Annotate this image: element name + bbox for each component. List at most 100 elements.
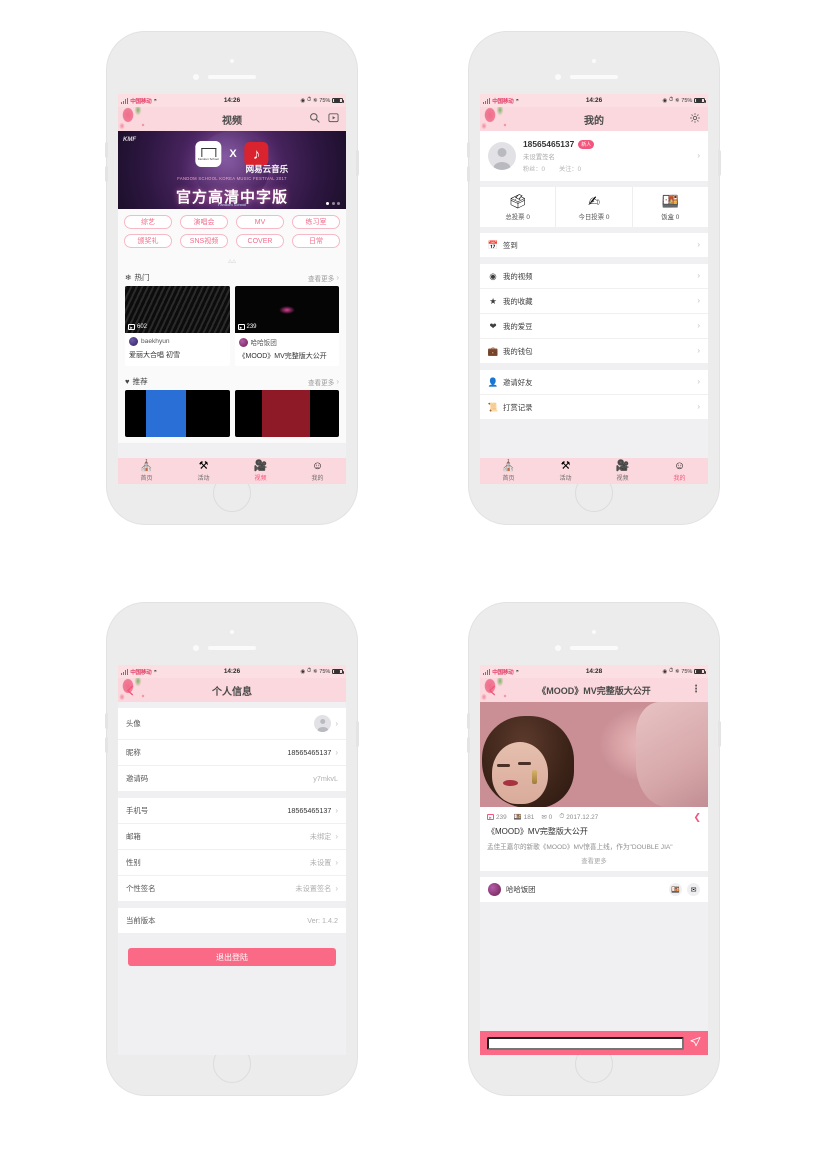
volume-down-button[interactable] (105, 166, 108, 182)
tab-profile[interactable]: ☺ 我的 (651, 460, 708, 483)
menu-item-my-wallet[interactable]: 💼 我的钱包 › (480, 339, 708, 364)
video-thumbnail[interactable]: ► 239 (234, 286, 339, 333)
menu-item-my-favorites[interactable]: ★ 我的收藏 › (480, 289, 708, 314)
location-icon: ◉ (662, 97, 668, 104)
header-decoration-icon (118, 678, 156, 702)
row-value: 未绑定 › (310, 832, 338, 842)
menu-item-my-idol[interactable]: ❤ 我的爱豆 › (480, 314, 708, 339)
collapse-tags-chevron-up-icon[interactable]: ▵▵ (118, 255, 346, 268)
info-row-phone[interactable]: 手机号 18565465137 › (118, 798, 346, 824)
carrier-label: 中国移动 (130, 669, 152, 676)
video-card[interactable] (234, 390, 339, 437)
volume-down-button[interactable] (467, 166, 470, 182)
upload-video-icon[interactable] (328, 112, 339, 126)
category-tag-3[interactable]: 练习室 (292, 215, 340, 229)
power-button[interactable] (718, 721, 721, 747)
menu-item-my-videos[interactable]: ◉ 我的视频 › (480, 264, 708, 289)
personal-info-scroll[interactable]: 头像 › 昵称 18565465137 › 邀请码 y7mkvL 手机号 185… (118, 702, 346, 1055)
tab-home[interactable]: ⛪ 首页 (480, 460, 537, 483)
tab-activity[interactable]: ⚒ 活动 (537, 460, 594, 483)
info-row-email[interactable]: 邮箱 未绑定 › (118, 824, 346, 850)
category-tag-7[interactable]: 日常 (292, 234, 340, 248)
video-player[interactable] (480, 702, 708, 807)
lunchbox-icon[interactable]: 🍱 (669, 883, 682, 896)
phone-mockup-video-detail: 中国移动 ◓ 14:28 ◉ ⏱ ✵ 75% 《MOOD》MV完整版大公开 ⋮ … (467, 603, 721, 1095)
menu-item-invite-friends[interactable]: 👤 邀请好友 › (480, 370, 708, 395)
info-row-avatar[interactable]: 头像 › (118, 708, 346, 740)
row-value: 未设置 › (310, 858, 338, 868)
tab-label: 活动 (197, 476, 210, 482)
volume-up-button[interactable] (105, 713, 108, 729)
send-icon[interactable] (690, 1036, 701, 1050)
logout-button[interactable]: 退出登陆 (128, 948, 336, 966)
volume-up-button[interactable] (467, 142, 470, 158)
gear-icon[interactable] (689, 112, 701, 127)
category-tag-5[interactable]: SNS视频 (180, 234, 228, 248)
video-thumbnail[interactable] (234, 390, 339, 437)
home-icon: ⛪ (501, 460, 516, 472)
video-card[interactable]: ► 602 baekhyun 爱丽大合唱 初雪 (125, 286, 230, 366)
category-tag-6[interactable]: COVER (236, 234, 284, 248)
video-card[interactable]: ► 239 哈哈饭团 《MOOD》MV完整版大公开 (234, 286, 339, 366)
menu-item-checkin[interactable]: 📅 签到 › (480, 233, 708, 258)
info-row-signature[interactable]: 个性签名 未设置签名 › (118, 876, 346, 902)
tab-activity[interactable]: ⚒ 活动 (175, 460, 232, 483)
search-icon[interactable] (309, 112, 320, 126)
info-row-nickname[interactable]: 昵称 18565465137 › (118, 740, 346, 766)
wifi-icon: ◓ (153, 668, 158, 675)
comment-list-empty (480, 902, 708, 987)
avatar[interactable] (488, 883, 501, 896)
tab-home[interactable]: ⛪ 首页 (118, 460, 175, 483)
tab-profile[interactable]: ☺ 我的 (289, 460, 346, 483)
vote-icon[interactable]: ✉ (687, 883, 700, 896)
stat-today-votes[interactable]: ✍ 今日投票 0 (556, 187, 633, 227)
volume-down-button[interactable] (467, 737, 470, 753)
comment-input[interactable] (487, 1036, 684, 1050)
uploader-row[interactable]: 哈哈饭团 🍱 ✉ (480, 877, 708, 902)
tab-video[interactable]: 🎥 视频 (594, 460, 651, 483)
back-button[interactable] (125, 685, 136, 696)
video-detail-scroll[interactable]: ► 239 🍱 181 ✉ 0 ⏱ 2017.12.27 ❮ 《MOOD》MV完… (480, 702, 708, 1055)
volume-up-button[interactable] (105, 142, 108, 158)
volume-up-button[interactable] (467, 713, 470, 729)
battery-percent: 75% (319, 97, 331, 104)
video-thumbnail[interactable]: ► 602 (125, 286, 230, 333)
video-uploader[interactable]: baekhyun (129, 337, 226, 346)
row-value: 18565465137 › (287, 806, 338, 815)
avatar-placeholder-icon[interactable] (488, 142, 516, 170)
video-thumbnail[interactable] (125, 390, 230, 437)
mine-page-scroll[interactable]: 18565465137 新人 未设置签名 粉丝：0 关注：0 › 🗳 总投票 0… (480, 131, 708, 484)
category-tag-2[interactable]: MV (236, 215, 284, 229)
profile-header[interactable]: 18565465137 新人 未设置签名 粉丝：0 关注：0 › (480, 131, 708, 181)
back-button[interactable] (487, 685, 498, 696)
volume-down-button[interactable] (105, 737, 108, 753)
signal-icon (121, 97, 129, 104)
stat-total-votes[interactable]: 🗳 总投票 0 (480, 187, 557, 227)
signal-icon (483, 668, 491, 675)
promo-banner[interactable]: KMF Fandom School X ♪ 网易云音乐 FANDOM SCHOO… (118, 131, 346, 209)
banner-page-dots[interactable] (326, 202, 340, 205)
share-icon[interactable]: ❮ (693, 812, 701, 823)
power-button[interactable] (356, 721, 359, 747)
status-bar: 中国移动 ◓ 14:26 ◉ ⏱ ✵ 75% (118, 94, 346, 107)
tab-video[interactable]: 🎥 视频 (232, 460, 289, 483)
see-more-hot-button[interactable]: 查看更多 › (308, 273, 339, 283)
info-row-gender[interactable]: 性别 未设置 › (118, 850, 346, 876)
category-tag-0[interactable]: 综艺 (124, 215, 172, 229)
see-more-button[interactable]: 查看更多 (487, 851, 701, 867)
profile-signature: 未设置签名 (523, 154, 555, 161)
category-tag-4[interactable]: 颁奖礼 (124, 234, 172, 248)
category-tag-1[interactable]: 演唱会 (180, 215, 228, 229)
page-title: 《MOOD》MV完整版大公开 (537, 685, 651, 696)
video-uploader[interactable]: 哈哈饭团 (238, 337, 336, 347)
video-page-scroll[interactable]: KMF Fandom School X ♪ 网易云音乐 FANDOM SCHOO… (118, 131, 346, 484)
front-camera (555, 74, 561, 80)
menu-item-reward-record[interactable]: 📜 打赏记录 › (480, 395, 708, 420)
power-button[interactable] (718, 150, 721, 176)
more-dots-icon[interactable]: ⋮ (691, 685, 701, 695)
stat-lunchbox[interactable]: 🍱 饭盒 0 (633, 187, 708, 227)
lunchbox-icon: 🍱 (513, 814, 522, 821)
see-more-recommend-button[interactable]: 查看更多 › (308, 377, 339, 387)
power-button[interactable] (356, 150, 359, 176)
video-card[interactable] (125, 390, 230, 437)
